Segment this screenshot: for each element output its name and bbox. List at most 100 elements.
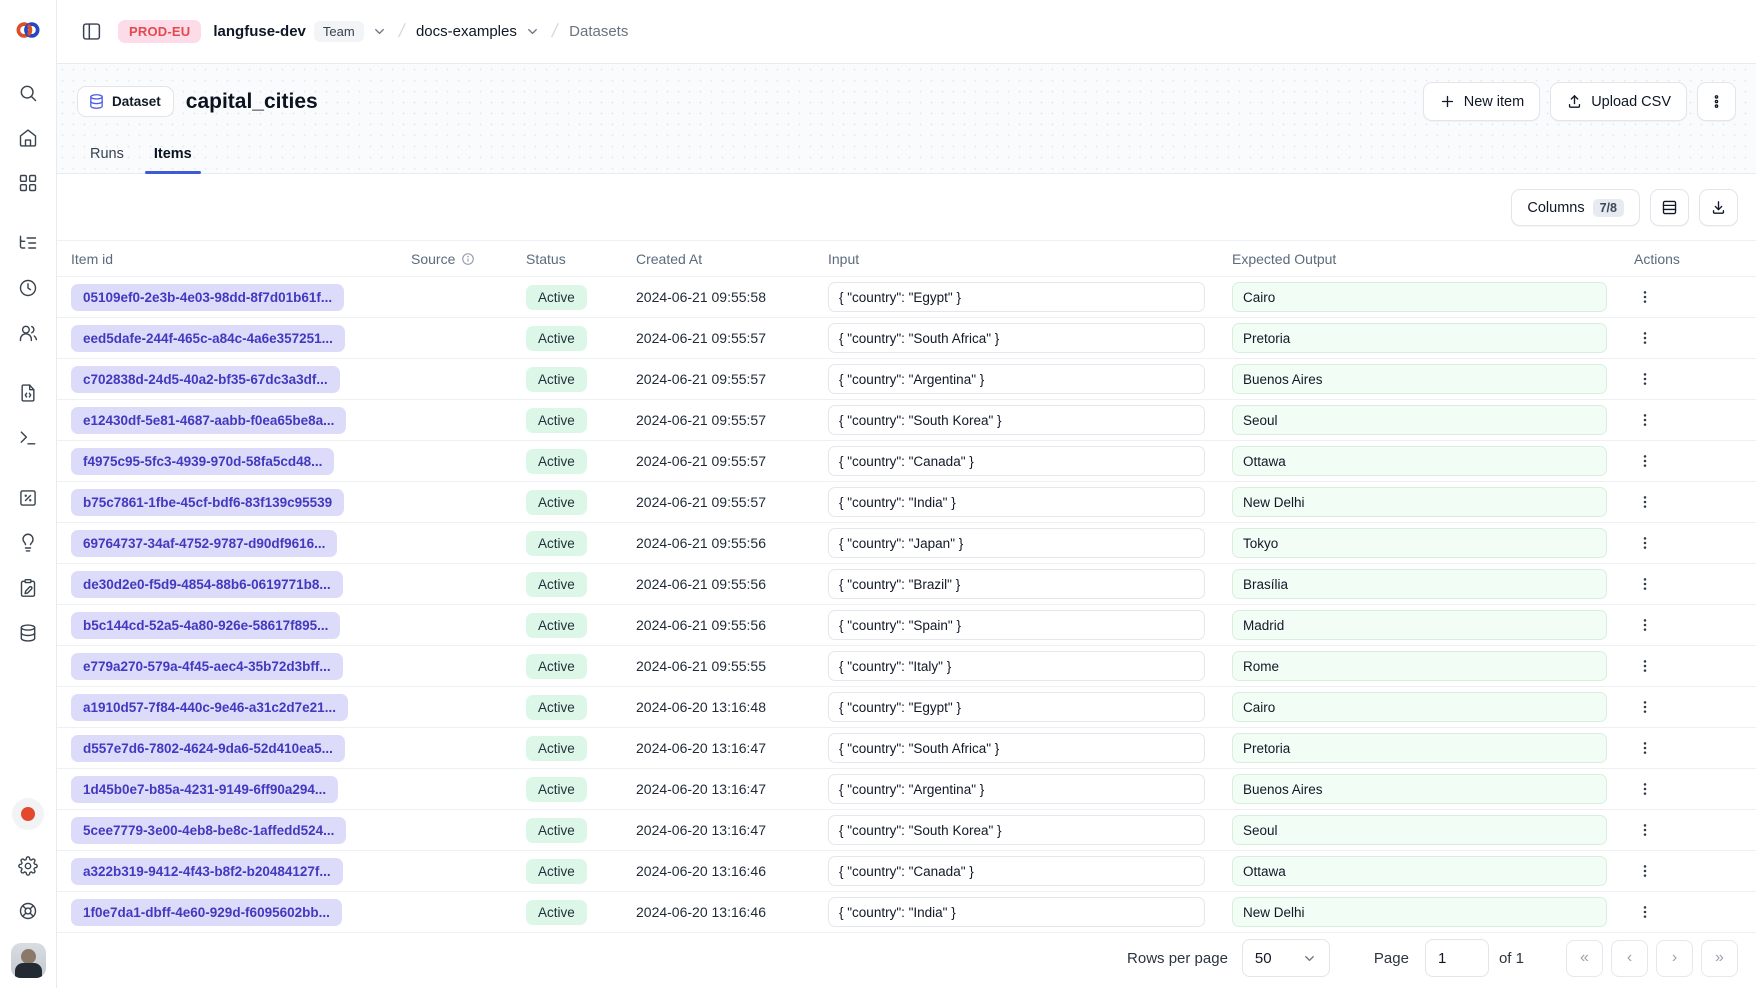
expected-output-cell[interactable]: Pretoria	[1232, 323, 1607, 353]
expected-output-cell[interactable]: Seoul	[1232, 815, 1607, 845]
table-row[interactable]: b75c7861-1fbe-45cf-bdf6-83f139c95539 Act…	[57, 482, 1756, 523]
item-id-link[interactable]: eed5dafe-244f-465c-a84c-4a6e357251...	[71, 325, 345, 352]
table-row[interactable]: f4975c95-5fc3-4939-970d-58fa5cd48... Act…	[57, 441, 1756, 482]
item-id-link[interactable]: 5cee7779-3e00-4eb8-be8c-1affedd524...	[71, 817, 346, 844]
table-row[interactable]: d557e7d6-7802-4624-9da6-52d410ea5... Act…	[57, 728, 1756, 769]
org-selector[interactable]: langfuse-dev Team	[213, 21, 386, 42]
insights-lightbulb-icon[interactable]	[8, 520, 48, 565]
prompts-icon[interactable]	[8, 370, 48, 415]
row-actions-button[interactable]	[1631, 693, 1659, 721]
row-actions-button[interactable]	[1631, 406, 1659, 434]
row-actions-button[interactable]	[1631, 775, 1659, 803]
previous-page-button[interactable]: ‹	[1611, 940, 1648, 977]
table-row[interactable]: eed5dafe-244f-465c-a84c-4a6e357251... Ac…	[57, 318, 1756, 359]
input-cell[interactable]: { "country": "Spain" }	[828, 610, 1205, 640]
first-page-button[interactable]: «	[1566, 940, 1603, 977]
expected-output-cell[interactable]: Ottawa	[1232, 856, 1607, 886]
row-actions-button[interactable]	[1631, 365, 1659, 393]
input-cell[interactable]: { "country": "Italy" }	[828, 651, 1205, 681]
input-cell[interactable]: { "country": "South Africa" }	[828, 323, 1205, 353]
annotation-clipboard-icon[interactable]	[8, 565, 48, 610]
expected-output-cell[interactable]: Madrid	[1232, 610, 1607, 640]
users-icon[interactable]	[8, 310, 48, 355]
home-icon[interactable]	[8, 115, 48, 160]
expected-output-cell[interactable]: Seoul	[1232, 405, 1607, 435]
page-number-input[interactable]	[1425, 939, 1489, 977]
input-cell[interactable]: { "country": "Canada" }	[828, 446, 1205, 476]
search-icon[interactable]	[8, 70, 48, 115]
input-cell[interactable]: { "country": "South Africa" }	[828, 733, 1205, 763]
table-row[interactable]: a322b319-9412-4f43-b8f2-b20484127f... Ac…	[57, 851, 1756, 892]
expected-output-cell[interactable]: Buenos Aires	[1232, 774, 1607, 804]
tracing-icon[interactable]	[8, 220, 48, 265]
row-actions-button[interactable]	[1631, 283, 1659, 311]
input-cell[interactable]: { "country": "Argentina" }	[828, 364, 1205, 394]
columns-button[interactable]: Columns 7/8	[1511, 189, 1640, 226]
datasets-database-icon[interactable]	[8, 610, 48, 655]
input-cell[interactable]: { "country": "Canada" }	[828, 856, 1205, 886]
langfuse-logo-icon[interactable]	[15, 17, 41, 46]
row-actions-button[interactable]	[1631, 570, 1659, 598]
input-cell[interactable]: { "country": "Argentina" }	[828, 774, 1205, 804]
input-cell[interactable]: { "country": "India" }	[828, 487, 1205, 517]
item-id-link[interactable]: a322b319-9412-4f43-b8f2-b20484127f...	[71, 858, 343, 885]
expected-output-cell[interactable]: New Delhi	[1232, 897, 1607, 927]
dashboards-icon[interactable]	[8, 160, 48, 205]
row-actions-button[interactable]	[1631, 324, 1659, 352]
sessions-clock-icon[interactable]	[8, 265, 48, 310]
item-id-link[interactable]: d557e7d6-7802-4624-9da6-52d410ea5...	[71, 735, 345, 762]
item-id-link[interactable]: c702838d-24d5-40a2-bf35-67dc3a3df...	[71, 366, 340, 393]
table-row[interactable]: 69764737-34af-4752-9787-d90df9616... Act…	[57, 523, 1756, 564]
item-id-link[interactable]: a1910d57-7f84-440c-9e46-a31c2d7e21...	[71, 694, 348, 721]
expected-output-cell[interactable]: Rome	[1232, 651, 1607, 681]
input-cell[interactable]: { "country": "South Korea" }	[828, 405, 1205, 435]
row-actions-button[interactable]	[1631, 816, 1659, 844]
input-cell[interactable]: { "country": "Japan" }	[828, 528, 1205, 558]
table-row[interactable]: 05109ef0-2e3b-4e03-98dd-8f7d01b61f... Ac…	[57, 277, 1756, 318]
upload-csv-button[interactable]: Upload CSV	[1550, 82, 1687, 121]
page-actions-menu-button[interactable]	[1697, 82, 1736, 121]
item-id-link[interactable]: f4975c95-5fc3-4939-970d-58fa5cd48...	[71, 448, 334, 475]
input-cell[interactable]: { "country": "Brazil" }	[828, 569, 1205, 599]
item-id-link[interactable]: b75c7861-1fbe-45cf-bdf6-83f139c95539	[71, 489, 344, 516]
rows-per-page-select[interactable]: 50	[1242, 939, 1330, 977]
expected-output-cell[interactable]: Tokyo	[1232, 528, 1607, 558]
row-actions-button[interactable]	[1631, 447, 1659, 475]
row-actions-button[interactable]	[1631, 488, 1659, 516]
table-row[interactable]: 1d45b0e7-b85a-4231-9149-6ff90a294... Act…	[57, 769, 1756, 810]
playground-terminal-icon[interactable]	[8, 415, 48, 460]
info-icon[interactable]	[461, 252, 475, 266]
expected-output-cell[interactable]: New Delhi	[1232, 487, 1607, 517]
row-actions-button[interactable]	[1631, 611, 1659, 639]
item-id-link[interactable]: b5c144cd-52a5-4a80-926e-58617f895...	[71, 612, 340, 639]
settings-gear-icon[interactable]	[8, 843, 48, 888]
table-row[interactable]: e779a270-579a-4f45-aec4-35b72d3bff... Ac…	[57, 646, 1756, 687]
input-cell[interactable]: { "country": "South Korea" }	[828, 815, 1205, 845]
evaluation-icon[interactable]	[8, 475, 48, 520]
item-id-link[interactable]: e12430df-5e81-4687-aabb-f0ea65be8a...	[71, 407, 346, 434]
new-item-button[interactable]: New item	[1423, 82, 1540, 121]
support-lifebuoy-icon[interactable]	[8, 888, 48, 933]
sidebar-toggle-icon[interactable]	[77, 17, 106, 46]
item-id-link[interactable]: 1f0e7da1-dbff-4e60-929d-f6095602bb...	[71, 899, 342, 926]
table-row[interactable]: a1910d57-7f84-440c-9e46-a31c2d7e21... Ac…	[57, 687, 1756, 728]
export-download-button[interactable]	[1699, 189, 1738, 226]
expected-output-cell[interactable]: Pretoria	[1232, 733, 1607, 763]
table-row[interactable]: b5c144cd-52a5-4a80-926e-58617f895... Act…	[57, 605, 1756, 646]
row-actions-button[interactable]	[1631, 652, 1659, 680]
row-actions-button[interactable]	[1631, 734, 1659, 762]
breadcrumb-section[interactable]: Datasets	[569, 23, 628, 40]
row-actions-button[interactable]	[1631, 898, 1659, 926]
table-row[interactable]: c702838d-24d5-40a2-bf35-67dc3a3df... Act…	[57, 359, 1756, 400]
table-row[interactable]: de30d2e0-f5d9-4854-88b6-0619771b8... Act…	[57, 564, 1756, 605]
input-cell[interactable]: { "country": "India" }	[828, 897, 1205, 927]
input-cell[interactable]: { "country": "Egypt" }	[828, 282, 1205, 312]
input-cell[interactable]: { "country": "Egypt" }	[828, 692, 1205, 722]
item-id-link[interactable]: 69764737-34af-4752-9787-d90df9616...	[71, 530, 337, 557]
table-row[interactable]: e12430df-5e81-4687-aabb-f0ea65be8a... Ac…	[57, 400, 1756, 441]
user-avatar[interactable]	[11, 943, 46, 978]
table-row[interactable]: 5cee7779-3e00-4eb8-be8c-1affedd524... Ac…	[57, 810, 1756, 851]
row-actions-button[interactable]	[1631, 529, 1659, 557]
next-page-button[interactable]: ›	[1656, 940, 1693, 977]
item-id-link[interactable]: de30d2e0-f5d9-4854-88b6-0619771b8...	[71, 571, 343, 598]
